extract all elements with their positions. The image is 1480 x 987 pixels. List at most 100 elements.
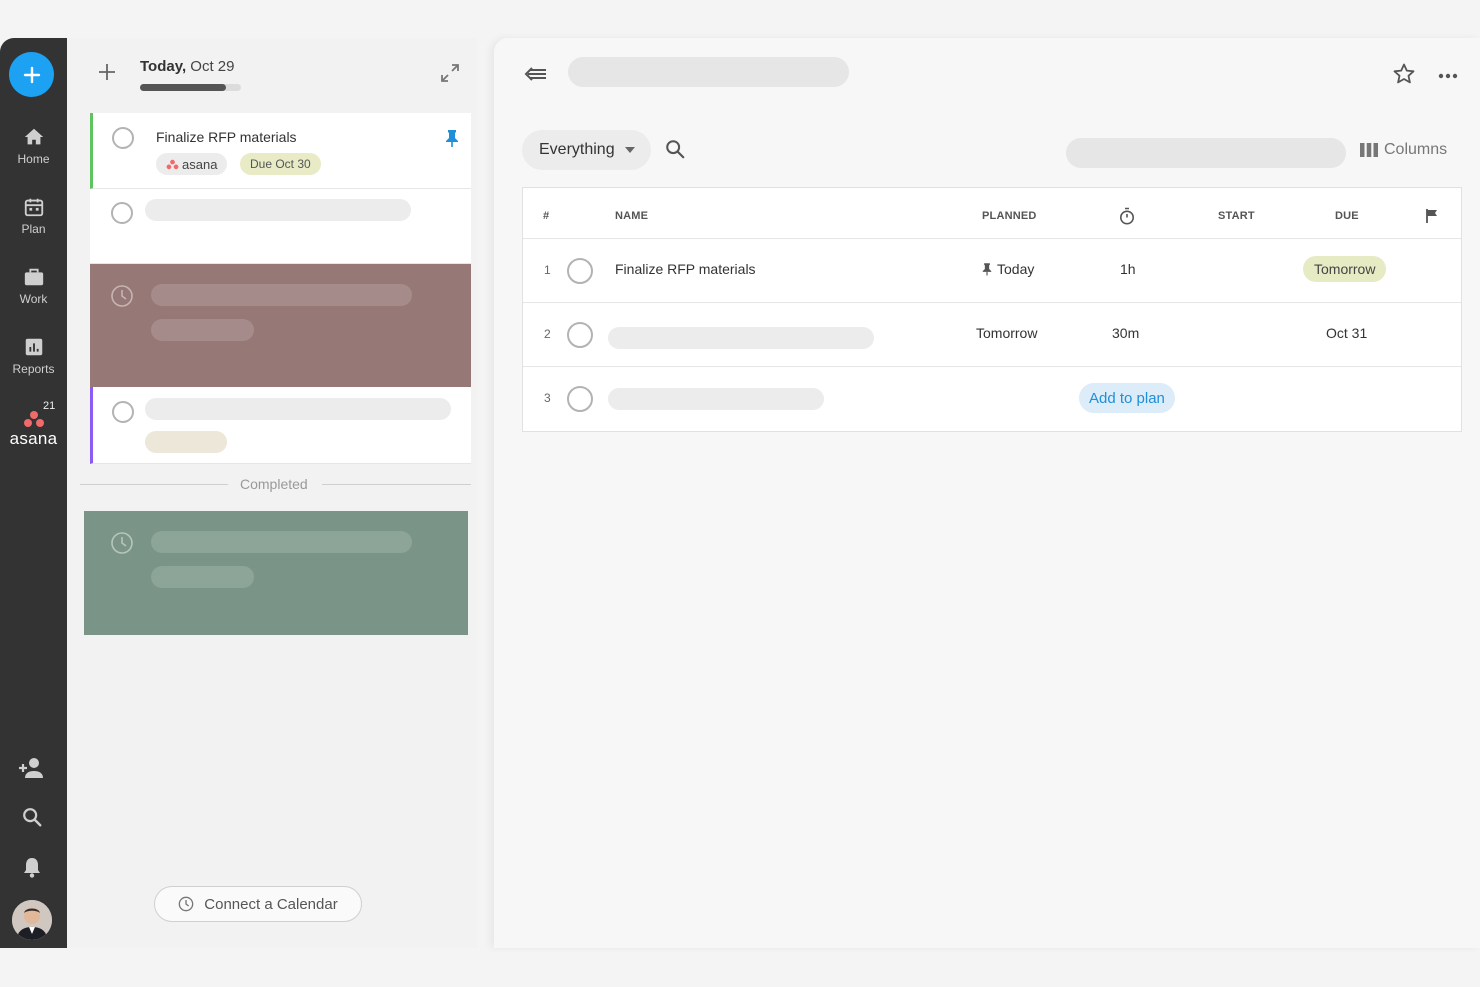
stopwatch-icon (1120, 207, 1134, 225)
calendar-event-block[interactable] (84, 511, 468, 635)
divider-line (322, 484, 471, 485)
source-tag: asana (156, 153, 228, 175)
rail-item-label: Home (17, 152, 50, 166)
row-checkbox[interactable] (567, 386, 593, 412)
row-checkbox[interactable] (567, 322, 593, 348)
clock-icon (111, 285, 133, 307)
star-icon (1393, 63, 1415, 84)
calendar-event-block[interactable] (90, 264, 471, 387)
event-time-placeholder (151, 566, 254, 588)
rail-item-label: Plan (21, 222, 46, 236)
day-panel: Today, Oct 29 Finalize RFP materials asa… (67, 38, 477, 948)
task-title-placeholder (145, 199, 411, 221)
expand-icon (441, 64, 459, 82)
event-title-placeholder (151, 284, 412, 306)
row-number: 1 (544, 263, 551, 277)
column-header-estimate[interactable] (1119, 207, 1135, 230)
rail-item-label: Work (19, 292, 48, 306)
row-planned-label: Today (997, 261, 1035, 277)
task-checkbox[interactable] (111, 202, 133, 224)
search-icon (23, 808, 42, 827)
source-tag-label: asana (182, 156, 218, 172)
column-header-priority[interactable] (1426, 209, 1438, 228)
filter-label: Everything (539, 141, 615, 158)
table-row[interactable]: 2 Tomorrow 30m Oct 31 (523, 302, 1461, 366)
column-header-name[interactable]: NAME (615, 210, 648, 222)
rail-item-home[interactable]: Home (0, 126, 67, 166)
day-title-date: Oct 29 (190, 58, 235, 75)
page-title-placeholder (568, 57, 849, 87)
column-header-number[interactable]: # (543, 210, 549, 222)
column-header-start[interactable]: START (1218, 210, 1255, 222)
columns-button[interactable]: Columns (1360, 141, 1447, 159)
plus-icon (23, 66, 40, 83)
event-time-placeholder (151, 319, 254, 341)
search-icon (666, 140, 685, 159)
search-button[interactable] (18, 803, 46, 831)
notifications-button[interactable] (18, 853, 46, 881)
plus-icon (99, 64, 115, 80)
task-card[interactable] (90, 387, 471, 464)
table-search-button[interactable] (664, 138, 686, 165)
expand-button[interactable] (439, 62, 461, 89)
completed-divider: Completed (80, 474, 471, 496)
filter-dropdown[interactable]: Everything (522, 130, 651, 170)
calendar-icon (24, 198, 43, 217)
flag-icon (1426, 209, 1437, 223)
asana-dots-icon (23, 411, 44, 427)
day-progress-fill (140, 84, 226, 91)
columns-label: Columns (1384, 141, 1448, 158)
main-panel: Everything Columns # NAME PLANNED START … (494, 38, 1480, 948)
caret-down-icon (624, 147, 635, 153)
task-card[interactable]: Finalize RFP materials asana Due Oct 30 (90, 113, 471, 189)
day-title-label: Today, (140, 58, 187, 75)
task-checkbox[interactable] (112, 401, 134, 423)
row-estimate[interactable]: 1h (1120, 261, 1136, 277)
task-checkbox[interactable] (112, 127, 134, 149)
day-title: Today, Oct 29 (140, 58, 234, 75)
pin-button[interactable] (445, 129, 459, 152)
row-due-badge[interactable]: Tomorrow (1303, 256, 1387, 282)
user-avatar-icon (12, 900, 52, 940)
add-button[interactable] (9, 52, 54, 97)
favorite-button[interactable] (1392, 62, 1416, 91)
task-card[interactable] (90, 189, 471, 264)
invite-button[interactable] (18, 754, 46, 782)
task-tag-placeholder (145, 431, 227, 453)
asana-dots-icon (166, 159, 179, 169)
left-rail: Home Plan Work Reports asana 21 (0, 38, 67, 948)
rail-item-work[interactable]: Work (0, 266, 67, 306)
notification-count-badge: 21 (40, 400, 59, 412)
avatar[interactable] (12, 900, 52, 940)
rail-item-reports[interactable]: Reports (0, 336, 67, 376)
task-title-placeholder (145, 398, 451, 420)
columns-icon (1360, 143, 1378, 157)
row-planned[interactable]: Tomorrow (976, 325, 1037, 341)
row-planned[interactable]: Today (982, 261, 1034, 277)
table-row[interactable]: 3 Add to plan (523, 366, 1461, 430)
home-icon (24, 128, 43, 145)
connect-calendar-label: Connect a Calendar (204, 895, 338, 913)
collapse-button[interactable] (524, 65, 548, 88)
row-task-name[interactable]: Finalize RFP materials (615, 261, 756, 277)
connect-calendar-button[interactable]: Connect a Calendar (154, 886, 362, 922)
row-estimate[interactable]: 30m (1112, 325, 1139, 341)
row-name-placeholder (608, 388, 824, 410)
pin-icon (446, 130, 458, 147)
row-due[interactable]: Oct 31 (1326, 325, 1367, 341)
add-to-plan-button[interactable]: Add to plan (1079, 383, 1175, 413)
row-name-placeholder (608, 327, 874, 349)
briefcase-icon (24, 268, 43, 286)
more-button[interactable] (1438, 66, 1458, 84)
column-header-planned[interactable]: PLANNED (982, 210, 1037, 222)
column-header-due[interactable]: DUE (1335, 210, 1359, 222)
divider-line (80, 484, 228, 485)
rail-item-plan[interactable]: Plan (0, 196, 67, 236)
row-checkbox[interactable] (567, 258, 593, 284)
table-row[interactable]: 1 Finalize RFP materials Today 1h Tomorr… (523, 238, 1461, 302)
add-task-button[interactable] (97, 62, 117, 87)
row-number: 2 (544, 327, 551, 341)
more-horizontal-icon (1438, 73, 1458, 79)
task-table: # NAME PLANNED START DUE 1 Finalize RFP … (522, 187, 1462, 432)
day-header: Today, Oct 29 (67, 38, 477, 113)
